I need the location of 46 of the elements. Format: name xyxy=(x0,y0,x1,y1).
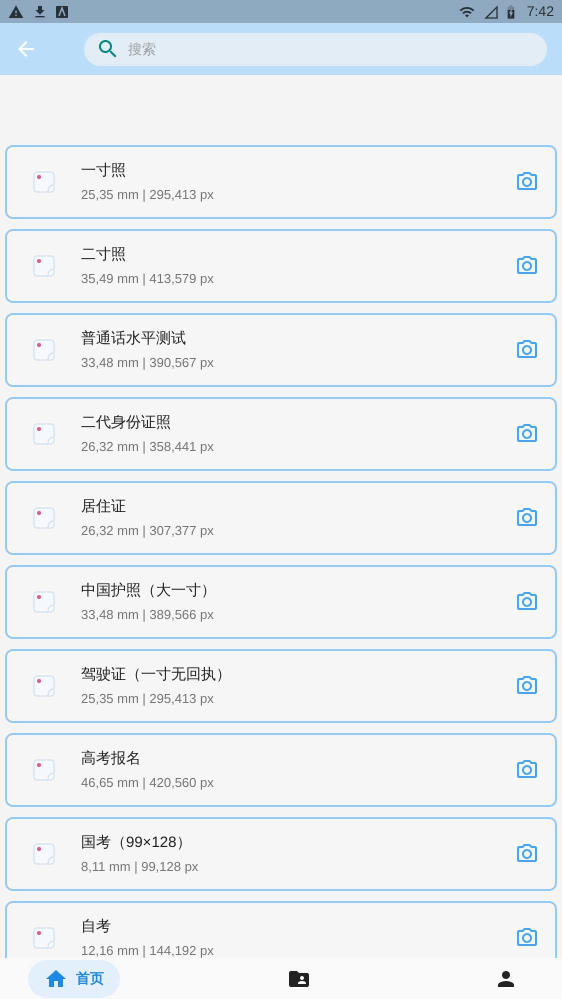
photo-icon xyxy=(33,843,55,865)
card-size: 35,49 mm | 413,579 px xyxy=(81,270,215,288)
photo-icon xyxy=(33,591,55,613)
photo-size-card[interactable]: 二代身份证照 26,32 mm | 358,441 px xyxy=(5,397,557,471)
card-size: 25,35 mm | 295,413 px xyxy=(81,690,215,708)
photo-size-card[interactable]: 高考报名 46,65 mm | 420,560 px xyxy=(5,733,557,807)
photo-icon xyxy=(33,675,55,697)
photo-icon xyxy=(33,171,55,193)
card-title: 二寸照 xyxy=(81,245,127,265)
photo-size-card[interactable]: 自考 12,16 mm | 144,192 px xyxy=(5,901,557,958)
card-title: 二代身份证照 xyxy=(81,413,172,433)
card-title: 中国护照（大一寸） xyxy=(81,581,217,601)
card-size: 8,11 mm | 99,128 px xyxy=(81,858,200,876)
photo-icon xyxy=(33,927,55,949)
photo-size-card[interactable]: 国考（99×128） 8,11 mm | 99,128 px xyxy=(5,817,557,891)
card-title: 国考（99×128） xyxy=(81,833,192,853)
card-size: 46,65 mm | 420,560 px xyxy=(81,774,215,792)
photo-icon xyxy=(33,339,55,361)
photo-size-card[interactable]: 中国护照（大一寸） 33,48 mm | 389,566 px xyxy=(5,565,557,639)
search-input[interactable]: 搜索 xyxy=(128,38,535,60)
card-size: 33,48 mm | 389,566 px xyxy=(81,606,215,624)
photo-size-card[interactable]: 居住证 26,32 mm | 307,377 px xyxy=(5,481,557,555)
photo-icon xyxy=(33,255,55,277)
photo-size-card[interactable]: 二寸照 35,49 mm | 413,579 px xyxy=(5,229,557,303)
card-size: 26,32 mm | 358,441 px xyxy=(81,438,215,456)
photo-icon xyxy=(33,423,55,445)
photo-icon xyxy=(33,507,55,529)
photo-size-card[interactable]: 普通话水平测试 33,48 mm | 390,567 px xyxy=(5,313,557,387)
app-icon xyxy=(56,6,68,18)
card-size: 25,35 mm | 295,413 px xyxy=(81,186,215,204)
warning-icon xyxy=(8,4,24,20)
card-title: 驾驶证（一寸无回执） xyxy=(81,665,232,685)
search-field[interactable]: 搜索 xyxy=(84,32,547,66)
card-size: 12,16 mm | 144,192 px xyxy=(81,942,215,958)
card-size: 26,32 mm | 307,377 px xyxy=(81,522,215,540)
card-title: 居住证 xyxy=(81,497,127,517)
card-title: 自考 xyxy=(81,917,112,937)
card-size: 33,48 mm | 390,567 px xyxy=(81,354,215,372)
clock: 7:42 xyxy=(526,2,554,21)
card-title: 高考报名 xyxy=(81,749,142,769)
card-title: 一寸照 xyxy=(81,161,127,181)
photo-size-card[interactable]: 一寸照 25,35 mm | 295,413 px xyxy=(5,145,557,219)
photo-size-card[interactable]: 驾驶证（一寸无回执） 25,35 mm | 295,413 px xyxy=(5,649,557,723)
signal-icon xyxy=(482,4,499,20)
card-title: 普通话水平测试 xyxy=(81,329,187,349)
photo-icon xyxy=(33,759,55,781)
